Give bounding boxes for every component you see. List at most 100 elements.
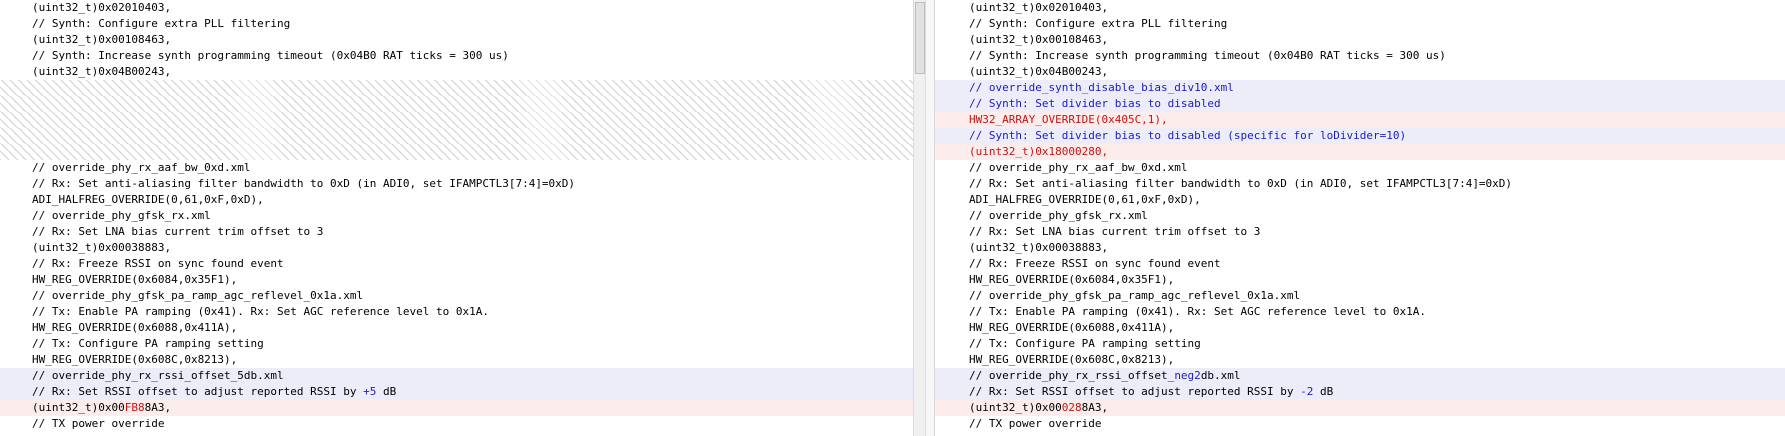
code-text: HW_REG_OVERRIDE(0x608C,0x8213), — [969, 353, 1175, 366]
code-line: // Rx: Set LNA bias current trim offset … — [935, 224, 1785, 240]
code-line: // Rx: Set anti-aliasing filter bandwidt… — [0, 176, 913, 192]
code-text: (uint32_t)0x00 — [969, 401, 1062, 414]
code-text: // override_phy_gfsk_pa_ramp_agc_refleve… — [32, 289, 364, 302]
code-text: // Rx: Set RSSI offset to adjust reporte… — [969, 385, 1301, 398]
code-text: // Tx: Enable PA ramping (0x41). Rx: Set… — [969, 305, 1426, 318]
code-line: // Rx: Set RSSI offset to adjust reporte… — [935, 384, 1785, 400]
code-text: (uint32_t)0x00038883, — [32, 241, 172, 254]
code-line: HW_REG_OVERRIDE(0x6088,0x411A), — [935, 320, 1785, 336]
code-line: // override_phy_gfsk_rx.xml — [0, 208, 913, 224]
code-line: // Rx: Set anti-aliasing filter bandwidt… — [935, 176, 1785, 192]
vertical-scrollbar[interactable] — [913, 0, 926, 436]
diff-highlight: 028 — [1061, 401, 1082, 414]
code-text: (uint32_t)0x04B00243, — [32, 65, 172, 78]
code-text: (uint32_t)0x02010403, — [32, 1, 172, 14]
code-text: // Rx: Set anti-aliasing filter bandwidt… — [32, 177, 576, 190]
code-text: // override_phy_rx_rssi_offset_5db.xml — [32, 369, 284, 382]
blank-line — [0, 112, 913, 128]
code-text: 8A3, — [144, 401, 172, 414]
code-text: HW32_ARRAY_OVERRIDE(0x405C,1), — [969, 113, 1168, 126]
code-text: 8A3, — [1081, 401, 1109, 414]
code-line: // Synth: Set divider bias to disabled (… — [935, 128, 1785, 144]
code-line: // Synth: Increase synth programming tim… — [935, 48, 1785, 64]
code-text: HW_REG_OVERRIDE(0x608C,0x8213), — [32, 353, 238, 366]
code-text: // override_phy_rx_aaf_bw_0xd.xml — [969, 161, 1188, 174]
code-line: HW32_ARRAY_OVERRIDE(0x405C,1), — [935, 112, 1785, 128]
right-code-pane[interactable]: (uint32_t)0x02010403, // Synth: Configure… — [935, 0, 1785, 436]
code-line: // override_phy_gfsk_pa_ramp_agc_refleve… — [935, 288, 1785, 304]
code-line: // override_phy_gfsk_pa_ramp_agc_refleve… — [0, 288, 913, 304]
code-line: // override_phy_rx_rssi_offset_neg2db.xm… — [935, 368, 1785, 384]
code-line: (uint32_t)0x00108463, — [0, 32, 913, 48]
code-text: // override_phy_rx_aaf_bw_0xd.xml — [32, 161, 251, 174]
code-line: // TX power override — [0, 416, 913, 432]
code-text: // Tx: Configure PA ramping setting — [969, 337, 1201, 350]
code-line: // Tx: Enable PA ramping (0x41). Rx: Set… — [0, 304, 913, 320]
code-text: // Synth: Set divider bias to disabled (… — [969, 129, 1407, 142]
diff-highlight: neg2 — [1174, 369, 1201, 382]
code-line: // Rx: Set RSSI offset to adjust reporte… — [0, 384, 913, 400]
code-text: // Tx: Configure PA ramping setting — [32, 337, 264, 350]
code-line: (uint32_t)0x000288A3, — [935, 400, 1785, 416]
code-line: // override_phy_gfsk_rx.xml — [935, 208, 1785, 224]
code-text: // Synth: Increase synth programming tim… — [969, 49, 1446, 62]
code-text: (uint32_t)0x00 — [32, 401, 125, 414]
code-line: // Synth: Configure extra PLL filtering — [0, 16, 913, 32]
code-text: // Rx: Set LNA bias current trim offset … — [969, 225, 1261, 238]
code-text: // Synth: Configure extra PLL filtering — [969, 17, 1228, 30]
code-line: HW_REG_OVERRIDE(0x608C,0x8213), — [935, 352, 1785, 368]
code-line: (uint32_t)0x00108463, — [935, 32, 1785, 48]
code-text: // Rx: Freeze RSSI on sync found event — [969, 257, 1221, 270]
code-text: HW_REG_OVERRIDE(0x6088,0x411A), — [969, 321, 1175, 334]
diff-gutter — [926, 0, 935, 436]
code-line: // Rx: Set LNA bias current trim offset … — [0, 224, 913, 240]
code-text: // TX power override — [969, 417, 1102, 430]
code-text: (uint32_t)0x04B00243, — [969, 65, 1109, 78]
code-text: ADI_HALFREG_OVERRIDE(0,61,0xF,0xD), — [32, 193, 264, 206]
code-line: ADI_HALFREG_OVERRIDE(0,61,0xF,0xD), — [0, 192, 913, 208]
code-line: // Tx: Enable PA ramping (0x41). Rx: Set… — [935, 304, 1785, 320]
scrollbar-thumb[interactable] — [915, 2, 925, 74]
code-line: // override_phy_rx_aaf_bw_0xd.xml — [935, 160, 1785, 176]
code-line: // Tx: Configure PA ramping setting — [935, 336, 1785, 352]
code-line: (uint32_t)0x00FB88A3, — [0, 400, 913, 416]
code-text: db.xml — [1200, 369, 1241, 382]
diff-viewer: (uint32_t)0x02010403, // Synth: Configure… — [0, 0, 1785, 436]
code-text: ADI_HALFREG_OVERRIDE(0,61,0xF,0xD), — [969, 193, 1201, 206]
code-text: (uint32_t)0x00108463, — [32, 33, 172, 46]
code-line: (uint32_t)0x04B00243, — [935, 64, 1785, 80]
code-line: HW_REG_OVERRIDE(0x6084,0x35F1), — [0, 272, 913, 288]
code-text: // override_phy_gfsk_rx.xml — [969, 209, 1148, 222]
code-line: // Synth: Increase synth programming tim… — [0, 48, 913, 64]
code-line: (uint32_t)0x00038883, — [0, 240, 913, 256]
code-text: // Rx: Set RSSI offset to adjust reporte… — [32, 385, 364, 398]
code-line: HW_REG_OVERRIDE(0x6088,0x411A), — [0, 320, 913, 336]
blank-line — [0, 144, 913, 160]
blank-line — [0, 96, 913, 112]
code-text: // Tx: Enable PA ramping (0x41). Rx: Set… — [32, 305, 489, 318]
code-line: // Rx: Freeze RSSI on sync found event — [935, 256, 1785, 272]
code-line: (uint32_t)0x04B00243, — [0, 64, 913, 80]
code-text: dB — [376, 385, 397, 398]
code-text: // Synth: Set divider bias to disabled — [969, 97, 1221, 110]
code-text: // Synth: Increase synth programming tim… — [32, 49, 509, 62]
code-line: // Synth: Configure extra PLL filtering — [935, 16, 1785, 32]
code-text: // Synth: Configure extra PLL filtering — [32, 17, 291, 30]
code-line: HW_REG_OVERRIDE(0x608C,0x8213), — [0, 352, 913, 368]
left-code-pane[interactable]: (uint32_t)0x02010403, // Synth: Configure… — [0, 0, 913, 436]
code-text: // override_phy_rx_rssi_offset_ — [969, 369, 1175, 382]
code-text: // override_synth_disable_bias_div10.xml — [969, 81, 1234, 94]
code-line: (uint32_t)0x02010403, — [0, 0, 913, 16]
code-line: (uint32_t)0x00038883, — [935, 240, 1785, 256]
diff-highlight: FB8 — [124, 401, 145, 414]
blank-line — [0, 128, 913, 144]
code-line: (uint32_t)0x02010403, — [935, 0, 1785, 16]
code-line: // Tx: Configure PA ramping setting — [0, 336, 913, 352]
blank-line — [0, 80, 913, 96]
code-line: // override_phy_rx_rssi_offset_5db.xml — [0, 368, 913, 384]
code-text: dB — [1313, 385, 1334, 398]
code-text: (uint32_t)0x00108463, — [969, 33, 1109, 46]
code-text: // override_phy_gfsk_pa_ramp_agc_refleve… — [969, 289, 1301, 302]
code-text: // Rx: Set anti-aliasing filter bandwidt… — [969, 177, 1513, 190]
code-text: HW_REG_OVERRIDE(0x6088,0x411A), — [32, 321, 238, 334]
